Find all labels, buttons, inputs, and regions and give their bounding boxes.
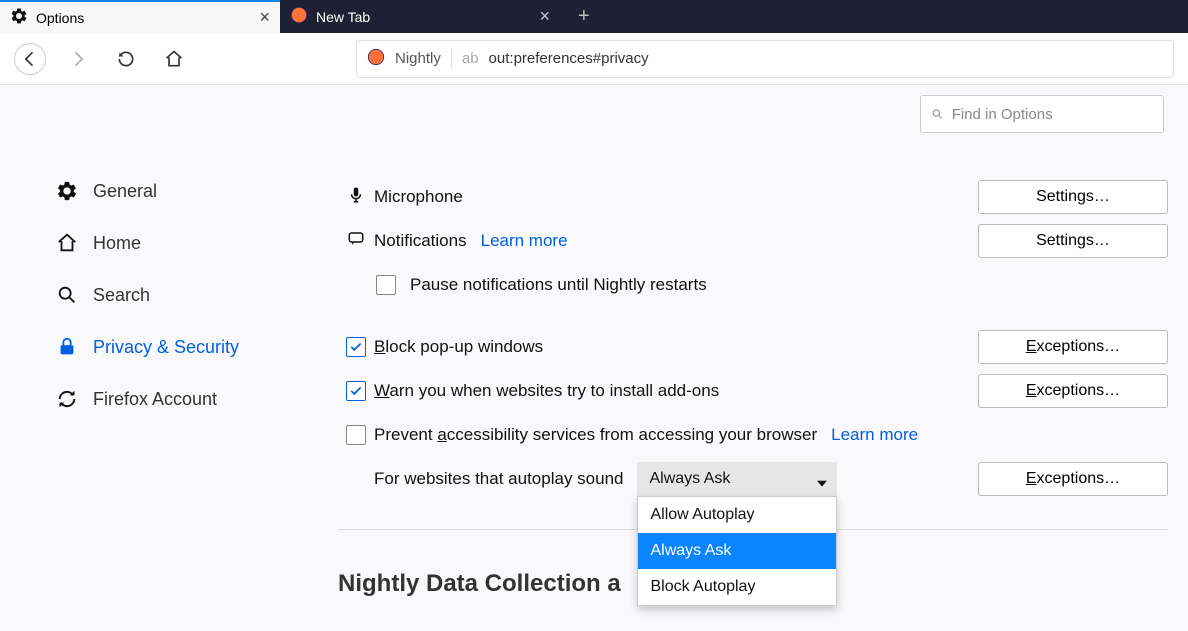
sidebar-label: General <box>93 181 157 202</box>
tab-strip-rest: + <box>560 0 1188 33</box>
nav-toolbar: Nightly ab out:preferences#privacy <box>0 33 1188 85</box>
back-button[interactable] <box>14 43 46 75</box>
sidebar-label: Search <box>93 285 150 306</box>
autoplay-options: Allow Autoplay Always Ask Block Autoplay <box>637 496 837 606</box>
close-icon[interactable]: × <box>539 6 550 27</box>
sync-icon <box>55 387 79 411</box>
home-icon <box>55 231 79 255</box>
notifications-label: Notifications <box>374 231 467 251</box>
sidebar-label: Privacy & Security <box>93 337 239 358</box>
pause-notifications-label: Pause notifications until Nightly restar… <box>410 275 707 295</box>
sidebar-item-account[interactable]: Firefox Account <box>55 373 298 425</box>
firefox-icon <box>367 48 385 70</box>
reload-button[interactable] <box>110 43 142 75</box>
home-button[interactable] <box>158 43 190 75</box>
content-area: General Home Search Privacy & Security F… <box>0 85 1188 631</box>
firefox-icon <box>290 6 308 27</box>
notifications-icon <box>346 230 366 253</box>
warn-addons-exceptions-button[interactable]: Exceptions… <box>978 374 1168 408</box>
notifications-learn-more-link[interactable]: Learn more <box>481 231 568 251</box>
chevron-down-icon <box>817 474 827 492</box>
autoplay-label: For websites that autoplay sound <box>374 469 623 489</box>
close-icon[interactable]: × <box>259 7 270 28</box>
notifications-settings-button[interactable]: Settings… <box>978 224 1168 258</box>
sidebar-label: Firefox Account <box>93 389 217 410</box>
preferences-sidebar: General Home Search Privacy & Security F… <box>0 85 318 631</box>
option-block-autoplay[interactable]: Block Autoplay <box>638 569 836 605</box>
warn-addons-checkbox[interactable] <box>346 381 366 401</box>
tab-newtab[interactable]: New Tab × <box>280 0 560 33</box>
url-bar[interactable]: Nightly ab out:preferences#privacy <box>356 40 1174 78</box>
url-text: out:preferences#privacy <box>489 50 649 67</box>
option-always-ask[interactable]: Always Ask <box>638 533 836 569</box>
microphone-icon <box>347 186 365 209</box>
microphone-label: Microphone <box>374 187 463 207</box>
preferences-main: Microphone Settings… Notifications Learn… <box>318 85 1188 631</box>
search-icon <box>931 107 944 121</box>
a11y-learn-more-link[interactable]: Learn more <box>831 425 918 445</box>
tab-label: New Tab <box>316 9 370 25</box>
prevent-a11y-label: Prevent accessibility services from acce… <box>374 425 817 445</box>
new-tab-button[interactable]: + <box>572 5 596 28</box>
autoplay-select-value: Always Ask <box>649 470 730 488</box>
tab-label: Options <box>36 10 84 26</box>
identity-label: Nightly <box>395 50 441 67</box>
autoplay-exceptions-button[interactable]: Exceptions… <box>978 462 1168 496</box>
pause-notifications-checkbox[interactable] <box>376 275 396 295</box>
tab-options[interactable]: Options × <box>0 0 280 33</box>
find-in-options[interactable] <box>920 95 1164 133</box>
warn-addons-label: Warn you when websites try to install ad… <box>374 381 719 401</box>
separator <box>451 49 452 69</box>
sidebar-item-home[interactable]: Home <box>55 217 298 269</box>
find-input[interactable] <box>952 106 1153 123</box>
tab-bar: Options × New Tab × + <box>0 0 1188 33</box>
sidebar-item-search[interactable]: Search <box>55 269 298 321</box>
block-popups-exceptions-button[interactable]: Exceptions… <box>978 330 1168 364</box>
sidebar-item-general[interactable]: General <box>55 165 298 217</box>
gear-icon <box>55 179 79 203</box>
sidebar-item-privacy[interactable]: Privacy & Security <box>55 321 298 373</box>
prevent-a11y-checkbox[interactable] <box>346 425 366 445</box>
search-icon <box>55 283 79 307</box>
forward-button[interactable] <box>62 43 94 75</box>
gear-icon <box>10 7 28 28</box>
lock-icon <box>55 335 79 359</box>
autoplay-select[interactable]: Always Ask Allow Autoplay Always Ask Blo… <box>637 462 837 496</box>
option-allow-autoplay[interactable]: Allow Autoplay <box>638 497 836 533</box>
microphone-settings-button[interactable]: Settings… <box>978 180 1168 214</box>
sidebar-label: Home <box>93 233 141 254</box>
url-dim-part: ab <box>462 50 479 67</box>
block-popups-label: Block pop-up windows <box>374 337 543 357</box>
block-popups-checkbox[interactable] <box>346 337 366 357</box>
